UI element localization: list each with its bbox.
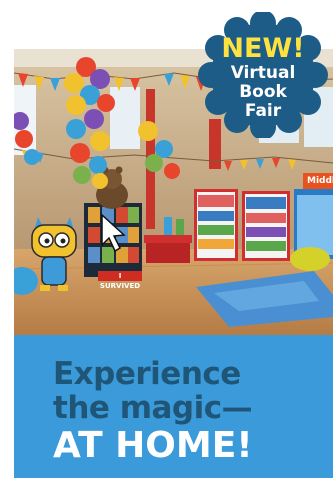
section-sign: Middle: [303, 173, 333, 189]
badge-line-2: Book: [239, 82, 287, 102]
tagline-line-2: the magic—: [53, 390, 253, 426]
badge-text: NEW! Virtual Book Fair: [194, 34, 332, 121]
badge-line-1: Virtual: [230, 63, 296, 83]
new-virtual-book-fair-badge[interactable]: NEW! Virtual Book Fair: [194, 10, 332, 140]
tagline-line-3: AT HOME!: [53, 425, 253, 466]
badge-headline: NEW!: [221, 33, 305, 64]
virtual-book-fair-ad[interactable]: I SURVIVED Middle Experience the magic— …: [0, 0, 333, 478]
tagline-panel: Experience the magic— AT HOME!: [14, 335, 333, 478]
display-banner: I SURVIVED: [98, 271, 142, 290]
tagline-line-1: Experience: [53, 356, 241, 392]
badge-line-3: Fair: [244, 101, 282, 121]
